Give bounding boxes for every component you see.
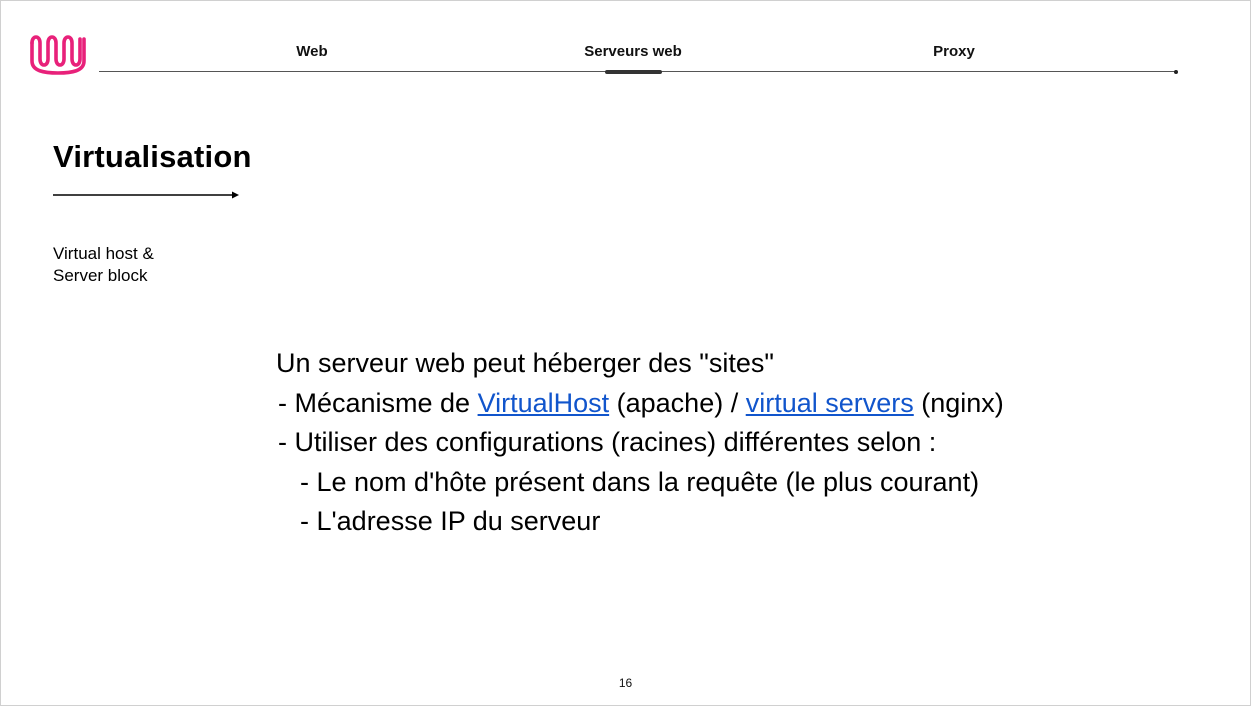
tab-proxy[interactable]: Proxy (933, 43, 975, 60)
content-bullet: - Utiliser des configurations (racines) … (278, 427, 937, 457)
content-sub-bullet: - Le nom d'hôte présent dans la requête … (300, 466, 980, 497)
page-number: 16 (618, 676, 633, 690)
content-line: Un serveur web peut héberger des "sites" (276, 348, 774, 378)
slide: Web Serveurs web Proxy Virtualisation Vi… (0, 0, 1251, 706)
tab-serveurs-web[interactable]: Serveurs web (584, 43, 682, 60)
wave-logo-icon (30, 35, 86, 75)
subtitle-line: Server block (53, 266, 148, 285)
content-text: (apache) / (609, 387, 746, 418)
tab-web[interactable]: Web (296, 43, 327, 60)
content-text: - Mécanisme de (278, 387, 478, 418)
section-title: Virtualisation (53, 139, 252, 174)
content-bullet: - Mécanisme de VirtualHost (apache) / vi… (276, 384, 1004, 424)
virtualhost-link[interactable]: VirtualHost (478, 388, 610, 418)
content-sub-bullet: - L'adresse IP du serveur (300, 506, 601, 536)
content-text: (nginx) (913, 387, 1004, 418)
slide-content: Un serveur web peut héberger des "sites"… (276, 344, 1004, 542)
section-subtitle: Virtual host & Server block (53, 243, 154, 287)
active-tab-indicator (605, 70, 662, 74)
virtual-servers-link[interactable]: virtual servers (746, 388, 914, 418)
nav-end-dot (1174, 70, 1178, 74)
arrow-right-icon (53, 191, 239, 199)
subtitle-line: Virtual host & (53, 244, 154, 263)
